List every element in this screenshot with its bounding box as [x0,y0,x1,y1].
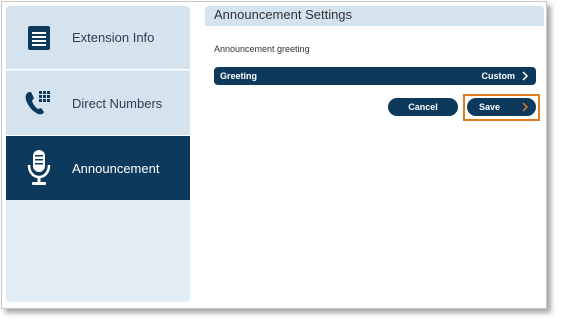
microphone-icon [6,136,72,200]
settings-window: Extension Info Direct Numbers Announceme… [1,1,547,309]
cancel-button[interactable]: Cancel [388,98,458,116]
greeting-row[interactable]: Greeting Custom [214,67,536,85]
greeting-value: Custom [481,71,516,81]
document-list-icon [6,6,72,70]
announcement-settings-panel: Announcement Settings Announcement greet… [205,6,544,302]
save-button-label: Save [479,102,501,112]
sidebar-item-label: Extension Info [72,30,155,45]
sidebar-item-label: Direct Numbers [72,95,163,111]
phone-keypad-icon [6,71,72,135]
save-button[interactable]: Save [467,98,536,116]
greeting-section-label: Announcement greeting [214,44,310,54]
greeting-value-group: Custom [482,71,531,81]
save-button-highlight: Save [463,94,540,121]
sidebar-item-direct-numbers[interactable]: Direct Numbers [6,71,190,136]
chevron-right-icon [522,71,529,81]
sidebar: Extension Info Direct Numbers Announceme… [6,6,190,302]
sidebar-item-label: Announcement [72,160,160,176]
sidebar-item-extension-info[interactable]: Extension Info [6,6,190,70]
greeting-label: Greeting [220,71,258,81]
chevron-right-icon [522,102,529,112]
sidebar-item-announcement[interactable]: Announcement [6,136,190,200]
panel-title: Announcement Settings [205,6,544,26]
